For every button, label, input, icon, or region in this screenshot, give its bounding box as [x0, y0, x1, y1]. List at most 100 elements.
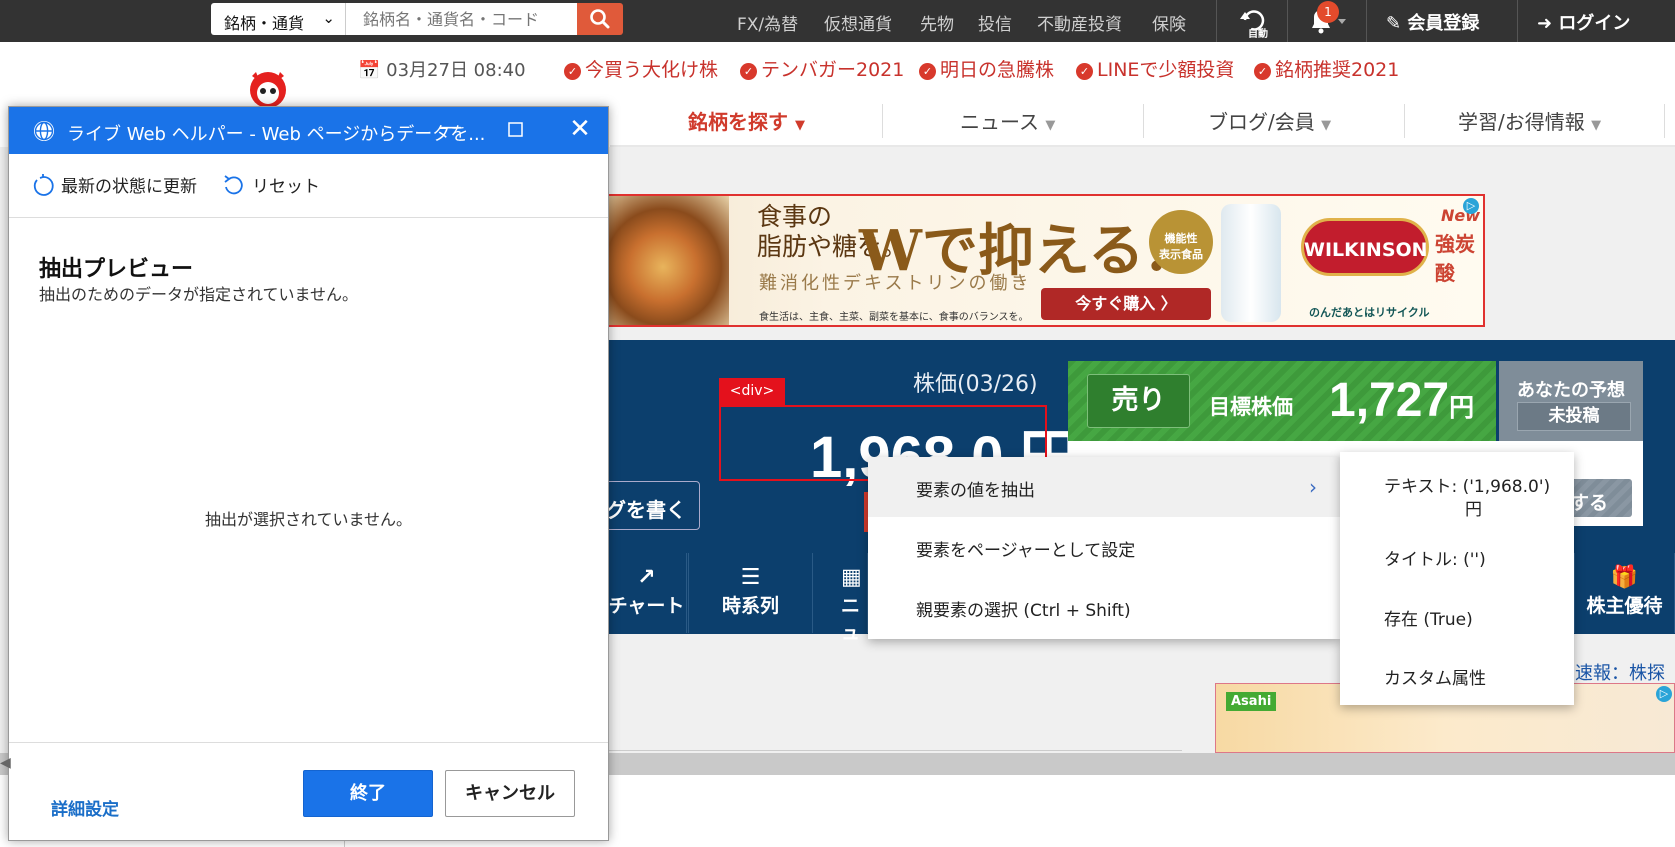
caret-down-icon: ▼: [794, 118, 805, 133]
live-web-helper-dialog: ライブ Web ヘルパー - Web ページからデータを... — ✕ 最新の状…: [8, 106, 609, 841]
search-category-label: 銘柄・通貨: [224, 14, 305, 33]
menu-item-select-parent[interactable]: 親要素の選択 (Ctrl + Shift): [868, 577, 1340, 637]
dialog-toolbar: 最新の状態に更新 リセット: [9, 154, 608, 218]
scroll-left-icon[interactable]: ◀: [0, 755, 11, 771]
maximize-button[interactable]: [493, 114, 537, 146]
breaking-news-link[interactable]: 速報：株探: [1575, 659, 1665, 685]
list-icon: ☰: [740, 565, 761, 590]
finish-button[interactable]: 終了: [303, 770, 433, 817]
hot-link[interactable]: ✓ 明日の急騰株: [919, 55, 1054, 82]
refresh-icon: 自動: [1240, 10, 1268, 40]
search-input[interactable]: [345, 3, 577, 35]
hot-link[interactable]: ✓ テンバガー2021: [740, 55, 904, 82]
extract-empty-message: 抽出が選択されていません。: [204, 510, 413, 529]
tab-label: チャート: [608, 595, 685, 617]
nav-futures[interactable]: 先物: [920, 10, 954, 35]
main-nav-learn[interactable]: 学習/お得情報 ▼: [1458, 106, 1601, 135]
hot-link-label: 明日の急騰株: [940, 59, 1055, 81]
nav-insurance[interactable]: 保険: [1152, 10, 1186, 35]
notification-badge: 1: [1317, 1, 1339, 23]
ad-subcopy: 難消化性デキストリンの働き: [759, 273, 1032, 294]
check-icon: ✓: [740, 63, 757, 80]
chart-icon: ↗: [637, 565, 656, 590]
login-button[interactable]: ➜ ログイン: [1537, 9, 1630, 35]
reset-label: リセット: [252, 177, 320, 197]
tab-chart[interactable]: ↗ チャート: [607, 553, 687, 633]
auto-label: 自動: [1248, 27, 1268, 38]
reset-button[interactable]: リセット: [222, 172, 320, 200]
hot-link-label: テンバガー2021: [761, 59, 905, 81]
menu-item-set-pager[interactable]: 要素をページャーとして設定: [868, 517, 1340, 577]
auto-refresh-icon[interactable]: 自動: [1237, 6, 1271, 40]
ad-buy-button[interactable]: 今すぐ購入 〉: [1041, 288, 1211, 320]
date-time-text: 03月27日 08:40: [386, 60, 526, 81]
nav-fx[interactable]: FX/為替: [737, 10, 798, 35]
check-icon: ✓: [919, 63, 936, 80]
hot-link[interactable]: ✓ 今買う大化け株: [564, 55, 718, 82]
divider: [882, 104, 883, 138]
main-nav-label: 学習/お得情報: [1458, 110, 1585, 134]
search-category-select[interactable]: 銘柄・通貨 ⌄: [211, 3, 345, 35]
ad-info-icon[interactable]: ▷: [1463, 198, 1479, 214]
submenu-item-exists[interactable]: 存在 (True): [1384, 605, 1473, 630]
cancel-button[interactable]: キャンセル: [445, 770, 575, 817]
main-nav-blog[interactable]: ブログ/会員 ▼: [1208, 106, 1331, 135]
calendar-icon: 📅: [358, 60, 387, 81]
divider: [607, 750, 1182, 751]
ad-info-icon[interactable]: ▷: [1656, 686, 1672, 702]
refresh-label: 最新の状態に更新: [61, 177, 197, 197]
ad-banner[interactable]: 食事の 脂肪や糖を。 Wで抑える! 機能性 表示食品 難消化性デキストリンの働き…: [607, 194, 1485, 327]
check-icon: ✓: [564, 63, 581, 80]
close-button[interactable]: ✕: [558, 114, 602, 146]
main-nav-find-stocks[interactable]: 銘柄を探す ▼: [688, 106, 805, 135]
submenu-item-text[interactable]: テキスト: ('1,968.0'): [1384, 472, 1550, 497]
submenu-item-custom-attribute[interactable]: カスタム属性: [1384, 664, 1486, 689]
site-logo[interactable]: [246, 66, 290, 110]
pencil-icon: ✎: [1386, 13, 1408, 34]
date-time: 📅 03月27日 08:40: [358, 56, 526, 82]
menu-item-label: 要素をページャーとして設定: [916, 541, 1136, 561]
extract-preview-title: 抽出プレビュー: [39, 257, 194, 282]
divider: [1287, 0, 1288, 42]
main-nav-label: ニュース: [960, 110, 1039, 134]
target-price-value: 1,727円: [1329, 373, 1474, 428]
hot-link[interactable]: ✓ 銘柄推奨2021: [1254, 55, 1399, 82]
advanced-settings-link[interactable]: 詳細設定: [51, 795, 119, 820]
register-button[interactable]: ✎ 会員登録: [1386, 9, 1479, 35]
login-label: ログイン: [1558, 13, 1631, 34]
caret-down-icon: ▼: [1321, 118, 1332, 133]
search-button[interactable]: [577, 3, 623, 35]
refresh-icon: [33, 174, 54, 196]
tab-label: ニュ: [841, 595, 861, 644]
dialog-title-bar[interactable]: ライブ Web ヘルパー - Web ページからデータを... — ✕: [9, 107, 608, 154]
minimize-button[interactable]: —: [429, 114, 473, 146]
main-nav-news[interactable]: ニュース ▼: [960, 106, 1055, 135]
gift-icon: 🎁: [1610, 565, 1639, 590]
sell-rating-badge: 売り: [1087, 374, 1190, 428]
submenu-item-title[interactable]: タイトル: (''): [1384, 545, 1486, 570]
nav-crypto[interactable]: 仮想通貨: [824, 10, 892, 35]
tab-label: 時系列: [721, 595, 779, 617]
tab-history[interactable]: ☰ 時系列: [688, 553, 813, 633]
price-label: 株価(03/26): [913, 372, 1038, 397]
divider: [1143, 104, 1144, 138]
nav-funds[interactable]: 投信: [978, 10, 1012, 35]
ad-food-image: [609, 196, 729, 325]
nav-real-estate[interactable]: 不動産投資: [1037, 10, 1122, 35]
hot-link-label: 銘柄推奨2021: [1275, 59, 1400, 81]
close-icon: ✕: [569, 114, 591, 144]
target-price-unit: 円: [1449, 394, 1475, 422]
divider: [1404, 104, 1405, 138]
maximize-icon: [508, 122, 523, 137]
caret-down-icon: ▼: [1045, 118, 1056, 133]
extract-preview-description: 抽出のためのデータが指定されていません。: [39, 285, 359, 304]
hot-link[interactable]: ✓ LINEで少額投資: [1076, 55, 1234, 82]
divider: [1517, 0, 1518, 42]
refresh-button[interactable]: 最新の状態に更新: [31, 172, 197, 200]
tab-news[interactable]: ▦ ニュ: [813, 553, 868, 644]
chevron-right-icon: ›: [1309, 475, 1317, 499]
tab-yutai[interactable]: 🎁 株主優待: [1574, 553, 1675, 633]
news-icon: ▦: [841, 565, 862, 590]
menu-item-extract-value[interactable]: 要素の値を抽出 ›: [868, 457, 1340, 517]
forecast-status: 未投稿: [1517, 402, 1631, 431]
